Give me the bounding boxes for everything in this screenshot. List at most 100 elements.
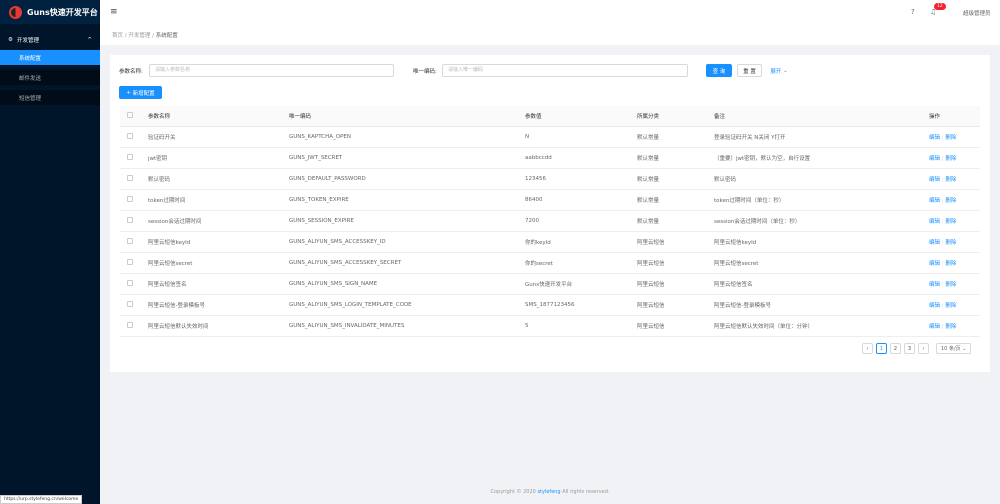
next-page-button[interactable]: › [918, 343, 929, 354]
question-icon[interactable]: ? [911, 8, 915, 16]
edit-link[interactable]: 编辑 [929, 261, 940, 267]
edit-link[interactable]: 编辑 [929, 177, 940, 183]
sidebar-item-system-config[interactable]: 系统配置 [0, 50, 100, 65]
reset-button[interactable]: 重 置 [737, 64, 762, 77]
chevron-up-icon: ^ [87, 37, 92, 43]
row-checkbox[interactable] [127, 237, 133, 244]
table-row: 阿里云短信secret GUNS_ALIYUN_SMS_ACCESSKEY_SEC… [120, 252, 980, 274]
row-checkbox[interactable] [127, 258, 133, 265]
add-config-button[interactable]: + 新增配置 [119, 86, 162, 99]
cell-name: 阿里云短信签名 [148, 273, 289, 295]
page-1[interactable]: 1 [876, 343, 887, 354]
cell-code: GUNS_ALIYUN_SMS_LOGIN_TEMPLATE_CODE [289, 294, 525, 316]
code-input[interactable]: 请输入唯一编码 [442, 64, 688, 77]
col-value: 参数值 [525, 106, 637, 127]
edit-link[interactable]: 编辑 [929, 240, 940, 246]
edit-link[interactable]: 编辑 [929, 282, 940, 288]
menu-fold-icon[interactable]: ≡ [110, 7, 118, 17]
delete-link[interactable]: 删除 [945, 282, 956, 288]
name-label: 参数名称: [119, 69, 143, 75]
cell-remark: 登录验证码开关 N关闭 Y打开 [714, 126, 929, 148]
cell-name: session会话过期时间 [148, 210, 289, 232]
row-checkbox[interactable] [127, 174, 133, 181]
cell-code: GUNS_KAPTCHA_OPEN [289, 126, 525, 148]
row-checkbox[interactable] [127, 321, 133, 328]
cell-name: token过期时间 [148, 189, 289, 211]
prev-page-button[interactable]: ‹ [862, 343, 873, 354]
table-row: 默认密码 GUNS_DEFAULT_PASSWORD 123456 默认常量 默认密码编… [120, 168, 980, 190]
edit-link[interactable]: 编辑 [929, 219, 940, 225]
user-menu[interactable]: 超级管理员 [963, 9, 991, 17]
row-checkbox[interactable] [127, 216, 133, 223]
cell-name: 默认密码 [148, 168, 289, 190]
sidebar-item-label: 短信管理 [19, 95, 42, 102]
delete-link[interactable]: 删除 [945, 177, 956, 183]
cell-value: 123456 [525, 168, 637, 190]
sidebar-item-email[interactable]: 邮件发送 [0, 70, 100, 85]
logo[interactable]: Guns快速开发平台 [0, 0, 100, 24]
table-row: 阿里云短信签名 GUNS_ALIYUN_SMS_SIGN_NAME Guns快速开发… [120, 273, 980, 295]
delete-link[interactable]: 删除 [945, 219, 956, 225]
col-category: 所属分类 [637, 106, 714, 127]
cell-remark: 阿里云短信签名 [714, 273, 929, 295]
expand-link[interactable]: 展开 ⌄ [769, 64, 789, 77]
delete-link[interactable]: 删除 [945, 135, 956, 141]
header: ≡ ? ♫ 12 超级管理员 [100, 0, 1000, 24]
author-link[interactable]: stylefeng [537, 489, 560, 495]
row-checkbox[interactable] [127, 300, 133, 307]
cell-remark: 默认密码 [714, 168, 929, 190]
page-2[interactable]: 2 [890, 343, 901, 354]
cell-name: 阿里云短信secret [148, 252, 289, 274]
delete-link[interactable]: 删除 [945, 324, 956, 330]
cell-remark: session会话过期时间（单位：秒） [714, 210, 929, 232]
page-3[interactable]: 3 [904, 343, 915, 354]
breadcrumb: 首页 / 开发管理 / 系统配置 [100, 24, 1000, 45]
cell-code: GUNS_DEFAULT_PASSWORD [289, 168, 525, 190]
sidebar-item-label: 邮件发送 [19, 75, 42, 82]
rights-text: All rights reserved. [560, 489, 610, 495]
cell-category: 默认常量 [637, 126, 714, 148]
query-button[interactable]: 查 询 [706, 64, 732, 77]
delete-link[interactable]: 删除 [945, 198, 956, 204]
delete-link[interactable]: 删除 [945, 156, 956, 162]
sidebar-item-label: 系统配置 [19, 55, 42, 62]
cell-value: N [525, 126, 637, 148]
delete-link[interactable]: 删除 [945, 303, 956, 309]
logo-icon [9, 5, 22, 19]
edit-link[interactable]: 编辑 [929, 324, 940, 330]
sidebar-group-dev[interactable]: ⚙ 开发管理 ^ [0, 30, 100, 50]
delete-link[interactable]: 删除 [945, 240, 956, 246]
delete-link[interactable]: 删除 [945, 261, 956, 267]
cell-value: 5 [525, 315, 637, 337]
col-code: 唯一编码 [289, 106, 525, 127]
status-bar-url: https://urp.stylefeng.cn/welcome [0, 495, 83, 504]
row-checkbox[interactable] [127, 153, 133, 160]
edit-link[interactable]: 编辑 [929, 303, 940, 309]
breadcrumb-home[interactable]: 首页 [112, 33, 123, 39]
edit-link[interactable]: 编辑 [929, 156, 940, 162]
edit-link[interactable]: 编辑 [929, 135, 940, 141]
row-checkbox[interactable] [127, 279, 133, 286]
main-card: 参数名称: 请输入参数名称 唯一编码: 请输入唯一编码 查 询 重 置 展开 ⌄… [110, 55, 990, 372]
chevron-down-icon: ⌄ [960, 345, 967, 352]
expand-label: 展开 [770, 68, 782, 75]
table-header: 参数名称 唯一编码 参数值 所属分类 备注 操作 [120, 106, 980, 127]
cell-remark: （重要）jwt密钥，默认为空，自行设置 [714, 147, 929, 169]
code-label: 唯一编码: [413, 69, 437, 75]
cell-category: 阿里云短信 [637, 315, 714, 337]
edit-link[interactable]: 编辑 [929, 198, 940, 204]
cell-code: GUNS_ALIYUN_SMS_SIGN_NAME [289, 273, 525, 295]
select-all-checkbox[interactable] [127, 111, 133, 118]
cell-category: 阿里云短信 [637, 294, 714, 316]
setting-icon: ⚙ [8, 37, 13, 43]
sidebar-item-sms[interactable]: 短信管理 [0, 90, 100, 105]
app-title: Guns快速开发平台 [27, 7, 98, 17]
row-checkbox[interactable] [127, 195, 133, 202]
cell-value: aabbccdd [525, 147, 637, 169]
breadcrumb-dev[interactable]: 开发管理 [128, 33, 150, 39]
name-input[interactable]: 请输入参数名称 [149, 64, 394, 77]
row-checkbox[interactable] [127, 132, 133, 139]
page-size-select[interactable]: 10 条/页 ⌄ [936, 343, 972, 354]
cell-code: GUNS_SESSION_EXPIRE [289, 210, 525, 232]
cell-value: 86400 [525, 189, 637, 211]
